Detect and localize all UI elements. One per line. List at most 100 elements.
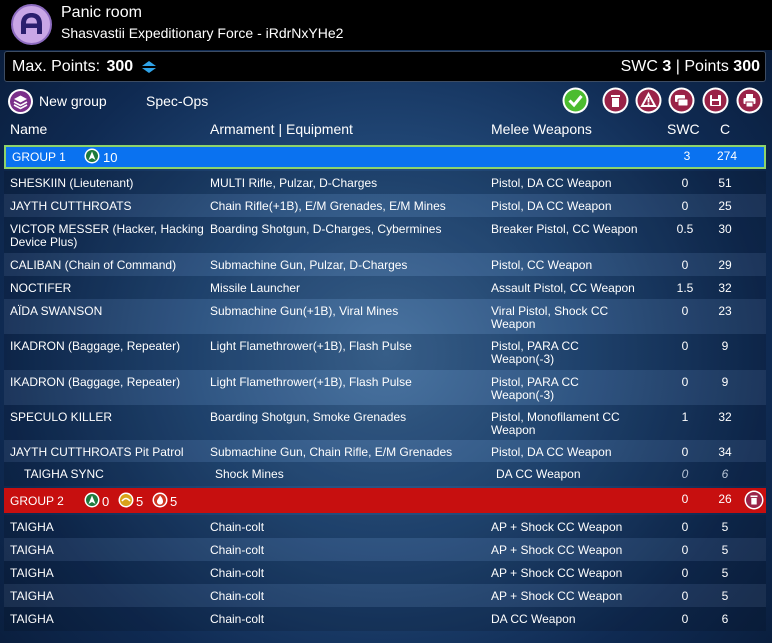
unit-melee: AP + Shock CC Weapon <box>491 520 623 534</box>
regular-order-icon <box>84 148 100 164</box>
unit-armament: Submachine Gun(+1B), Viral Mines <box>210 304 399 318</box>
unit-name: IKADRON (Baggage, Repeater) <box>10 375 181 389</box>
new-group-button[interactable]: New group <box>39 93 107 109</box>
unit-row[interactable]: NOCTIFER Missile Launcher Assault Pistol… <box>4 276 766 299</box>
unit-melee: Viral Pistol, Shock CC Weapon <box>491 304 609 331</box>
print-icon[interactable] <box>736 87 763 114</box>
unit-sub-row[interactable]: TAIGHA SYNC Shock Mines DA CC Weapon 0 6 <box>4 462 766 486</box>
unit-row[interactable]: IKADRON (Baggage, Repeater) Light Flamet… <box>4 370 766 405</box>
alert-icon[interactable] <box>635 87 662 114</box>
irregular-order-icon <box>118 492 134 508</box>
unit-cost: 6 <box>721 612 729 626</box>
trash-icon[interactable] <box>602 87 629 114</box>
unit-swc: 1 <box>681 410 689 424</box>
unit-swc: 1.5 <box>676 281 694 295</box>
unit-name: JAYTH CUTTHROATS <box>10 199 132 213</box>
unit-armament: Missile Launcher <box>210 281 301 295</box>
column-header-melee: Melee Weapons <box>491 121 592 137</box>
unit-name: TAIGHA <box>10 543 54 557</box>
group-name: GROUP 1 <box>12 150 66 164</box>
unit-armament: Submachine Gun, Pulzar, D-Charges <box>210 258 408 272</box>
list-title[interactable]: Panic room <box>61 4 142 22</box>
unit-row[interactable]: TAIGHA Chain-colt AP + Shock CC Weapon 0… <box>4 561 766 584</box>
unit-armament: Chain-colt <box>210 566 265 580</box>
unit-melee: AP + Shock CC Weapon <box>491 543 623 557</box>
check-icon[interactable] <box>562 87 589 114</box>
unit-melee: Pistol, DA CC Weapon <box>491 199 612 213</box>
unit-melee: AP + Shock CC Weapon <box>491 566 623 580</box>
unit-armament: Chain-colt <box>210 589 265 603</box>
unit-melee: Pistol, PARA CC Weapon(-3) <box>491 375 579 402</box>
unit-cost: 34 <box>718 445 732 459</box>
unit-swc: 0 <box>681 566 689 580</box>
unit-cost: 30 <box>718 222 732 236</box>
unit-row[interactable]: VICTOR MESSER (Hacker, Hacking Device Pl… <box>4 217 766 253</box>
unit-armament: Shock Mines <box>215 467 284 481</box>
unit-name: VICTOR MESSER (Hacker, Hacking Device Pl… <box>10 222 204 249</box>
regular-orders-count: 10 <box>103 150 118 165</box>
unit-cost: 23 <box>718 304 732 318</box>
unit-row[interactable]: TAIGHA Chain-colt AP + Shock CC Weapon 0… <box>4 538 766 561</box>
unit-name: SPECULO KILLER <box>10 410 113 424</box>
group-cost: 26 <box>718 492 732 506</box>
column-header-name: Name <box>10 121 48 137</box>
new-group-icon[interactable] <box>7 88 34 120</box>
regular-order-icon <box>84 492 100 508</box>
separator: | <box>675 58 680 75</box>
list-subtitle: Shasvastii Expeditionary Force - iRdrNxY… <box>61 25 344 41</box>
unit-cost: 5 <box>721 543 729 557</box>
group-cost: 274 <box>716 149 738 163</box>
unit-swc: 0 <box>681 258 689 272</box>
unit-name: TAIGHA <box>10 566 54 580</box>
delete-group-icon[interactable] <box>744 490 764 513</box>
unit-row[interactable]: SHESKIIN (Lieutenant) MULTI Rifle, Pulza… <box>4 171 766 194</box>
unit-melee: DA CC Weapon <box>491 612 576 626</box>
swc-total: 3 <box>662 58 672 75</box>
unit-melee: Pistol, DA CC Weapon <box>491 445 612 459</box>
unit-name: IKADRON (Baggage, Repeater) <box>10 339 181 353</box>
group-2-header[interactable]: GROUP 2 0 5 5 0 26 <box>4 488 766 513</box>
impetuous-order-icon <box>152 492 168 508</box>
unit-melee: Pistol, DA CC Weapon <box>491 176 612 190</box>
spec-ops-button[interactable]: Spec-Ops <box>146 93 208 109</box>
unit-armament: Boarding Shotgun, D-Charges, Cybermines <box>210 222 442 236</box>
save-icon[interactable] <box>702 87 729 114</box>
group-1-header[interactable]: GROUP 1 10 3 274 <box>4 145 766 169</box>
unit-row[interactable]: TAIGHA Chain-colt AP + Shock CC Weapon 0… <box>4 515 766 538</box>
points-bar: Max. Points: 300 SWC 3 | Points 300 <box>4 51 766 82</box>
chat-icon[interactable] <box>668 87 695 114</box>
unit-row[interactable]: SPECULO KILLER Boarding Shotgun, Smoke G… <box>4 405 766 440</box>
unit-melee: Pistol, Monofilament CC Weapon <box>491 410 620 437</box>
app-header: Panic room Shasvastii Expeditionary Forc… <box>0 0 772 50</box>
max-points-selector-icon[interactable] <box>139 59 159 80</box>
unit-row[interactable]: TAIGHA Chain-colt DA CC Weapon 0 6 <box>4 607 766 631</box>
unit-swc: 0 <box>681 375 689 389</box>
unit-cost: 32 <box>718 281 732 295</box>
unit-armament: Chain-colt <box>210 543 265 557</box>
column-header-armament: Armament | Equipment <box>210 121 353 137</box>
unit-swc: 0 <box>681 304 689 318</box>
unit-melee: DA CC Weapon <box>496 467 581 481</box>
unit-row[interactable]: JAYTH CUTTHROATS Pit Patrol Submachine G… <box>4 440 766 462</box>
unit-cost: 5 <box>721 589 729 603</box>
unit-row[interactable]: CALIBAN (Chain of Command) Submachine Gu… <box>4 253 766 276</box>
unit-row[interactable]: IKADRON (Baggage, Repeater) Light Flamet… <box>4 334 766 370</box>
column-header-swc: SWC <box>667 121 700 137</box>
unit-name: TAIGHA <box>10 589 54 603</box>
unit-swc: 0 <box>681 176 689 190</box>
unit-name: CALIBAN (Chain of Command) <box>10 258 177 272</box>
points-total: 300 <box>733 58 760 75</box>
unit-cost: 29 <box>718 258 732 272</box>
unit-armament: Light Flamethrower(+1B), Flash Pulse <box>210 375 412 389</box>
unit-swc: 0.5 <box>676 222 694 236</box>
unit-row[interactable]: AÏDA SWANSON Submachine Gun(+1B), Viral … <box>4 299 766 334</box>
unit-row[interactable]: JAYTH CUTTHROATS Chain Rifle(+1B), E/M G… <box>4 194 766 217</box>
faction-logo-icon <box>11 4 52 45</box>
unit-row[interactable]: TAIGHA Chain-colt AP + Shock CC Weapon 0… <box>4 584 766 607</box>
unit-cost: 25 <box>718 199 732 213</box>
unit-armament: Chain-colt <box>210 520 265 534</box>
regular-orders-count: 0 <box>102 494 110 509</box>
unit-name: NOCTIFER <box>10 281 72 295</box>
unit-armament: MULTI Rifle, Pulzar, D-Charges <box>210 176 378 190</box>
unit-swc: 0 <box>681 467 689 481</box>
